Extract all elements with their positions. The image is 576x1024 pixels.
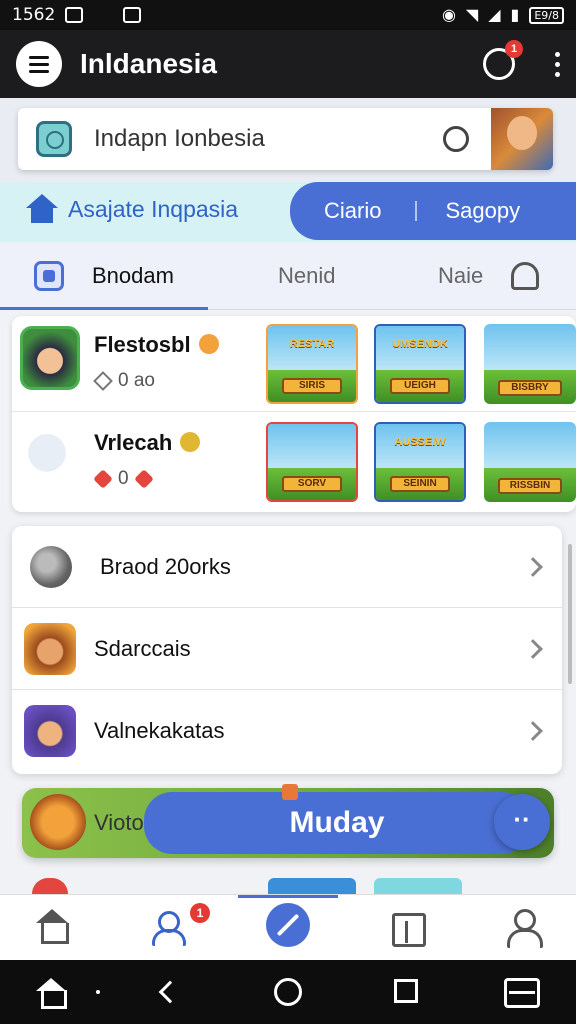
category-bar: Asajate Inqpasia Ciario Sagopy bbox=[0, 182, 576, 242]
character-icon bbox=[24, 622, 76, 675]
more-fab-button[interactable]: ·· bbox=[494, 794, 550, 850]
tab-nenid[interactable]: Nenid bbox=[278, 242, 335, 310]
friends-badge: 1 bbox=[190, 903, 210, 923]
game-meta: 0 ao bbox=[93, 370, 155, 392]
category-pill-item[interactable]: Ciario bbox=[324, 198, 381, 224]
game-row[interactable]: Flestosbl 0 ao RESTAR SIRIS UMSENDK UEIGH … bbox=[12, 316, 576, 412]
list-item[interactable]: Valnekakatas bbox=[12, 690, 562, 772]
app-title: Inldanesia bbox=[80, 48, 217, 79]
notification-icon bbox=[123, 7, 142, 23]
home-icon[interactable] bbox=[34, 907, 74, 947]
scrollbar[interactable] bbox=[568, 544, 572, 684]
character-icon bbox=[24, 705, 76, 757]
category-home[interactable]: Asajate Inqpasia bbox=[26, 194, 238, 224]
home-icon bbox=[26, 194, 58, 224]
compass-icon[interactable] bbox=[266, 903, 310, 947]
menu-icon bbox=[29, 55, 49, 59]
muday-button[interactable]: Muday bbox=[144, 792, 530, 854]
gear-ball-icon bbox=[30, 545, 72, 588]
emoji-icon bbox=[180, 432, 201, 452]
active-tab-indicator bbox=[0, 307, 208, 310]
list-item-label: Valnekakatas bbox=[94, 718, 225, 743]
menu-icon[interactable] bbox=[504, 978, 540, 1008]
notification-badge: 1 bbox=[505, 40, 523, 58]
tab-label: Bnodam bbox=[92, 263, 174, 288]
game-title: Vrlecah bbox=[94, 430, 201, 456]
overview-icon[interactable] bbox=[394, 979, 418, 1003]
game-thumbnail[interactable]: RISSBIN bbox=[484, 422, 576, 502]
game-card: Flestosbl 0 ao RESTAR SIRIS UMSENDK UEIGH … bbox=[12, 316, 576, 512]
box-icon[interactable] bbox=[388, 907, 428, 947]
gem-icon bbox=[133, 469, 154, 489]
emoji-icon bbox=[198, 334, 219, 354]
chevron-right-icon bbox=[523, 638, 543, 659]
chevron-right-icon bbox=[523, 556, 543, 577]
game-title: Flestosbl bbox=[94, 332, 219, 358]
game-thumbnail[interactable]: BISBRY bbox=[484, 324, 576, 404]
system-nav-bar bbox=[0, 960, 576, 1024]
chevron-right-icon bbox=[523, 721, 543, 741]
category-pill-item[interactable]: Sagopy bbox=[445, 198, 520, 224]
avatar[interactable] bbox=[491, 108, 553, 170]
game-row[interactable]: Vrlecah 0 SORV AUSSEIW SEININ RISSBIN bbox=[12, 414, 576, 510]
location-icon: ◉ bbox=[441, 7, 456, 24]
status-bar: 1562 ◉ ◥ ◢ ▮ E9/8 bbox=[0, 0, 576, 30]
profile-icon[interactable] bbox=[504, 907, 544, 948]
tab-bnodam[interactable]: Bnodam bbox=[34, 242, 174, 310]
game-thumbnail[interactable]: UMSENDK UEIGH bbox=[374, 324, 466, 404]
tab-label: Naie bbox=[438, 263, 484, 288]
diamond-icon bbox=[93, 371, 113, 391]
peek-item bbox=[374, 878, 462, 894]
app-logo-icon bbox=[36, 121, 72, 157]
category-home-label: Asajate Inqpasia bbox=[68, 195, 239, 222]
tab-label: Nenid bbox=[278, 263, 336, 288]
list-item-label: Sdarccais bbox=[94, 635, 191, 661]
tab-naie[interactable]: Naie bbox=[438, 242, 540, 310]
bottom-nav: 1 bbox=[0, 894, 576, 960]
bell-icon[interactable] bbox=[511, 262, 540, 290]
search-icon[interactable] bbox=[443, 126, 469, 152]
promo-side-text: Vioto bbox=[94, 810, 144, 835]
pill-divider bbox=[415, 201, 418, 221]
sim-icon: ▮ bbox=[510, 7, 520, 24]
gift-icon bbox=[282, 784, 298, 800]
list-item[interactable]: Sdarccais bbox=[12, 608, 562, 690]
search-query: Indapn Ionbesia bbox=[94, 125, 265, 152]
active-nav-indicator bbox=[238, 895, 338, 898]
gallery-icon bbox=[65, 7, 84, 23]
gem-icon bbox=[93, 469, 113, 489]
list-item-label: Braod 20orks bbox=[100, 553, 231, 579]
peek-item bbox=[268, 878, 356, 894]
back-icon[interactable] bbox=[158, 980, 182, 1004]
menu-button[interactable] bbox=[16, 41, 62, 87]
system-home-icon[interactable] bbox=[36, 978, 67, 1009]
promo-banner: Vioto Muday ·· bbox=[22, 784, 554, 858]
search-section: Indapn Ionbesia bbox=[0, 98, 576, 182]
game-icon bbox=[20, 326, 80, 390]
list-item[interactable]: Braod 20orks bbox=[12, 526, 562, 608]
battery-indicator: E9/8 bbox=[529, 6, 564, 24]
search-bar[interactable]: Indapn Ionbesia bbox=[18, 108, 553, 170]
game-icon bbox=[20, 424, 80, 488]
signal-icon: ◢ bbox=[488, 7, 501, 24]
timer-button[interactable]: 1 bbox=[481, 40, 523, 82]
wifi-icon: ◥ bbox=[465, 7, 479, 24]
peek-item bbox=[32, 878, 68, 894]
tab-bar: Bnodam Nenid Naie bbox=[0, 242, 576, 310]
category-pill: Ciario Sagopy bbox=[290, 182, 576, 240]
more-options-button[interactable] bbox=[555, 51, 560, 77]
character-icon bbox=[30, 794, 86, 850]
app-bar: Inldanesia 1 bbox=[0, 30, 576, 98]
home-circle-icon[interactable] bbox=[274, 978, 302, 1006]
dot-icon bbox=[96, 990, 100, 994]
status-time: 1562 bbox=[12, 5, 56, 25]
square-icon bbox=[34, 261, 64, 291]
friends-icon[interactable] bbox=[150, 907, 190, 947]
game-thumbnail[interactable]: SORV bbox=[266, 422, 358, 502]
game-meta: 0 bbox=[93, 468, 154, 490]
list-card: Braod 20orks Sdarccais Valnekakatas bbox=[12, 526, 562, 774]
game-thumbnail[interactable]: AUSSEIW SEININ bbox=[374, 422, 466, 502]
game-thumbnail[interactable]: RESTAR SIRIS bbox=[266, 324, 358, 404]
